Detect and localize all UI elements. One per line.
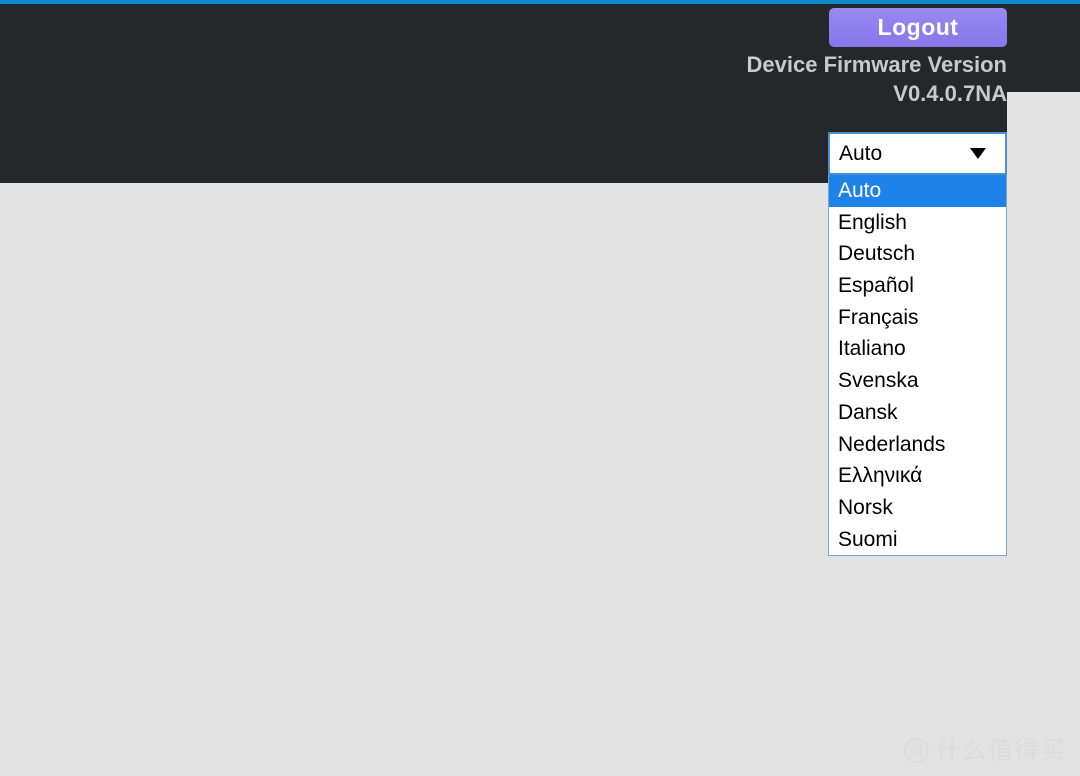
language-option[interactable]: Ελληνικά xyxy=(829,460,1006,492)
language-option[interactable]: Nederlands xyxy=(829,429,1006,461)
logout-button[interactable]: Logout xyxy=(829,8,1007,47)
language-option[interactable]: Español xyxy=(829,270,1006,302)
language-option[interactable]: Svenska xyxy=(829,365,1006,397)
watermark: 值 什么值得买 xyxy=(903,736,1066,765)
watermark-badge-icon: 值 xyxy=(903,738,929,763)
watermark-text: 什么值得买 xyxy=(935,736,1066,765)
chevron-down-icon xyxy=(970,148,986,159)
language-option[interactable]: Deutsch xyxy=(829,238,1006,270)
firmware-version-label: Device Firmware Version xyxy=(746,52,1007,77)
language-select-value: Auto xyxy=(839,141,883,165)
language-select[interactable]: Auto xyxy=(828,132,1007,175)
language-option[interactable]: Dansk xyxy=(829,397,1006,429)
language-option[interactable]: English xyxy=(829,207,1006,239)
language-option[interactable]: Italiano xyxy=(829,333,1006,365)
firmware-version-value: V0.4.0.7NA xyxy=(893,81,1007,106)
language-option[interactable]: Français xyxy=(829,302,1006,334)
language-option[interactable]: Norsk xyxy=(829,492,1006,524)
language-option-list[interactable]: Auto English Deutsch Español Français Italian… xyxy=(828,175,1007,557)
language-option[interactable]: Auto xyxy=(829,175,1006,207)
language-option[interactable]: Suomi xyxy=(829,524,1006,556)
header-bar-right-extension xyxy=(1007,4,1080,92)
page-background: Logout Device Firmware Version V0.4.0.7N… xyxy=(0,0,1080,776)
